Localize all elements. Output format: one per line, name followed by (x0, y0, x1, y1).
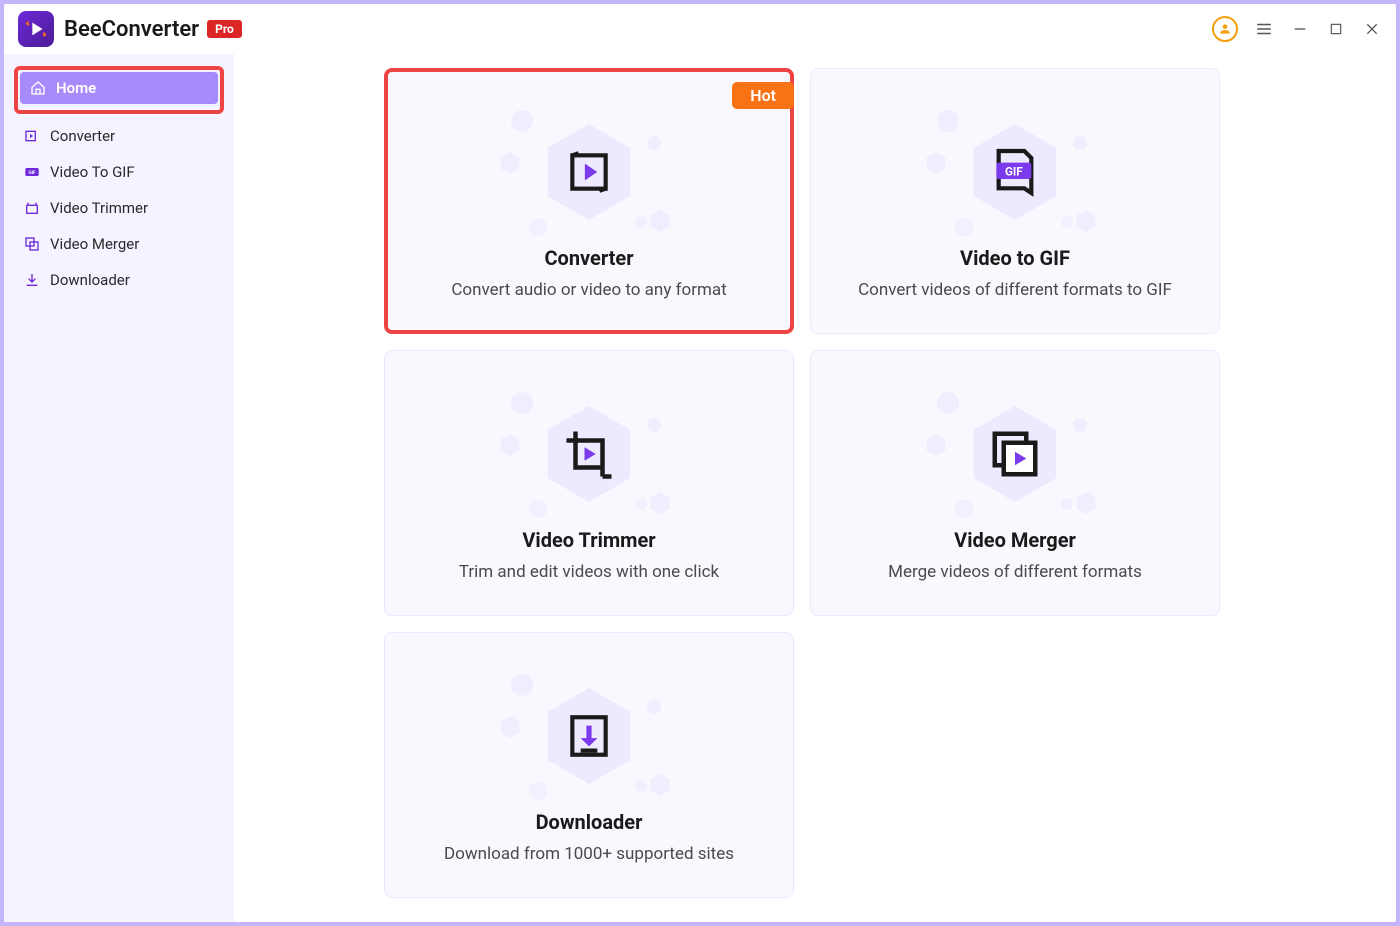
card-converter[interactable]: Hot Converter Convert audio or video to … (384, 68, 794, 334)
card-desc: Merge videos of different formats (876, 562, 1154, 582)
sidebar-item-downloader[interactable]: Downloader (14, 264, 224, 296)
svg-text:GIF: GIF (1005, 165, 1023, 179)
card-gif[interactable]: GIF Video to GIF Convert videos of diffe… (810, 68, 1220, 334)
app-logo-icon (18, 11, 54, 47)
sidebar-item-label: Downloader (50, 271, 130, 289)
svg-text:GIF: GIF (28, 170, 36, 176)
card-title: Converter (544, 246, 633, 270)
gif-card-icon: GIF (987, 144, 1043, 200)
card-icon-wrap (499, 384, 679, 524)
gif-icon: GIF (24, 164, 40, 180)
menu-icon[interactable] (1254, 19, 1274, 39)
titlebar: BeeConverter Pro (4, 4, 1396, 54)
card-title: Video Merger (954, 528, 1076, 552)
home-icon (30, 80, 46, 96)
download-icon (24, 272, 40, 288)
converter-icon (24, 128, 40, 144)
sidebar-item-home[interactable]: Home (20, 72, 218, 104)
converter-card-icon (564, 147, 614, 197)
minimize-icon[interactable] (1290, 19, 1310, 39)
card-desc: Download from 1000+ supported sites (432, 844, 746, 864)
merger-card-icon (988, 427, 1042, 481)
card-title: Video Trimmer (522, 528, 655, 552)
card-title: Video to GIF (960, 246, 1070, 270)
sidebar-item-label: Home (56, 79, 96, 97)
card-icon-wrap (925, 384, 1105, 524)
app-window: BeeConverter Pro Home (4, 4, 1396, 922)
card-desc: Convert videos of different formats to G… (846, 280, 1184, 300)
sidebar-home-highlight: Home (14, 66, 224, 114)
card-title: Downloader (536, 810, 643, 834)
maximize-icon[interactable] (1326, 19, 1346, 39)
pro-badge: Pro (207, 20, 242, 38)
hot-badge: Hot (732, 82, 794, 109)
card-desc: Trim and edit videos with one click (447, 562, 731, 582)
sidebar-item-gif[interactable]: GIF Video To GIF (14, 156, 224, 188)
content-area: Home Converter GIF Video To GIF Video Tr… (4, 54, 1396, 922)
trimmer-icon (24, 200, 40, 216)
sidebar-item-trimmer[interactable]: Video Trimmer (14, 192, 224, 224)
sidebar-item-label: Converter (50, 127, 115, 145)
card-icon-wrap (499, 102, 679, 242)
sidebar-item-label: Video Trimmer (50, 199, 148, 217)
card-downloader[interactable]: Downloader Download from 1000+ supported… (384, 632, 794, 898)
sidebar-item-label: Video To GIF (50, 163, 135, 181)
card-desc: Convert audio or video to any format (439, 280, 738, 300)
close-icon[interactable] (1362, 19, 1382, 39)
sidebar-item-label: Video Merger (50, 235, 139, 253)
card-trimmer[interactable]: Video Trimmer Trim and edit videos with … (384, 350, 794, 616)
card-icon-wrap (499, 666, 679, 806)
card-merger[interactable]: Video Merger Merge videos of different f… (810, 350, 1220, 616)
card-icon-wrap: GIF (925, 102, 1105, 242)
download-card-icon (564, 711, 614, 761)
sidebar-item-converter[interactable]: Converter (14, 120, 224, 152)
app-title: BeeConverter (64, 17, 199, 42)
trimmer-card-icon (562, 427, 616, 481)
sidebar: Home Converter GIF Video To GIF Video Tr… (4, 54, 234, 922)
main-panel: Hot Converter Convert audio or video to … (234, 54, 1396, 922)
user-account-icon[interactable] (1212, 16, 1238, 42)
merger-icon (24, 236, 40, 252)
sidebar-item-merger[interactable]: Video Merger (14, 228, 224, 260)
